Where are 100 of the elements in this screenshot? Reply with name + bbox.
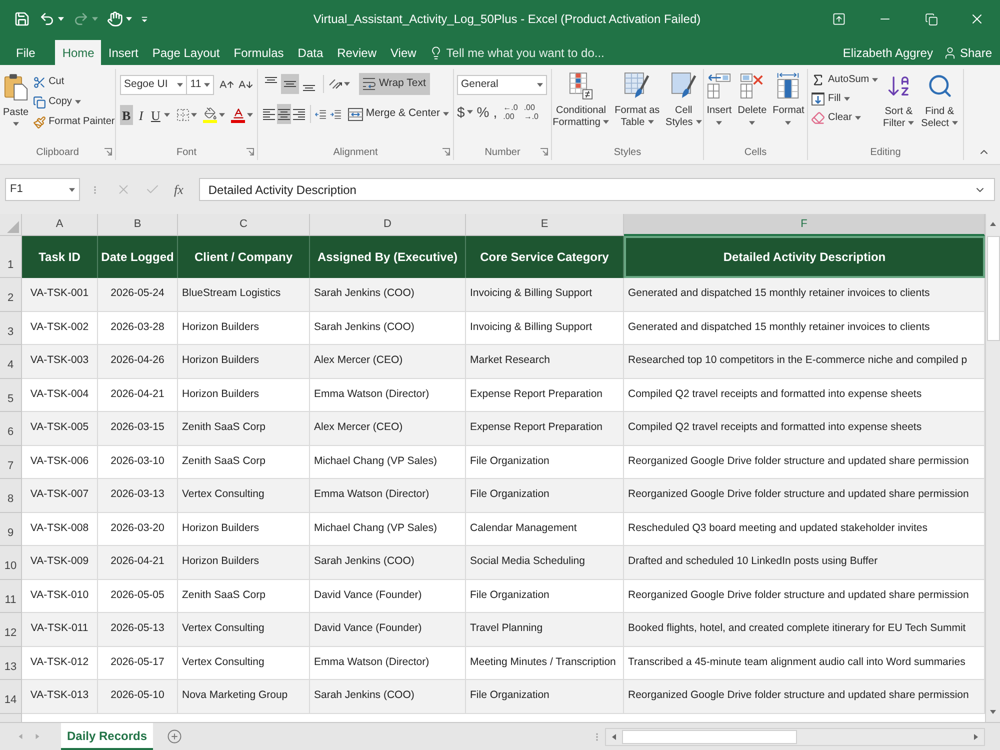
font-name-dropdown[interactable]: Segoe UI — [120, 75, 188, 95]
number-format-button[interactable]: $ — [457, 105, 473, 119]
row-header[interactable]: 5 — [0, 378, 22, 412]
undo-icon[interactable] — [39, 11, 55, 27]
copy-button[interactable]: Copy — [32, 95, 115, 109]
hand-icon[interactable] — [107, 11, 123, 27]
sort-filter-button[interactable]: Sort & Filter — [881, 73, 916, 130]
ribbon-tab[interactable]: Insert — [101, 40, 146, 65]
scrollbar-thumb[interactable] — [986, 236, 1000, 341]
increase-indent-icon[interactable] — [330, 108, 341, 120]
vertical-scrollbar[interactable] — [985, 214, 1000, 722]
borders-button[interactable] — [177, 109, 198, 121]
row-header[interactable]: 8 — [0, 479, 22, 512]
table-cell: 2026-03-28 — [98, 312, 178, 345]
sheet-tab[interactable]: Daily Records — [61, 723, 154, 750]
column-header[interactable]: C — [178, 214, 310, 236]
caret-icon — [648, 120, 654, 124]
number-format-button[interactable]: , — [493, 105, 498, 119]
table-cell: Reorganized Google Drive folder structure and updated share permission — [624, 580, 985, 613]
fill-button[interactable]: Fill — [811, 92, 878, 106]
row-header[interactable]: 3 — [0, 312, 22, 345]
header-cell: Core Service Category — [466, 236, 624, 278]
ribbon-tab[interactable]: Home — [55, 40, 102, 65]
row-header[interactable]: 1 — [0, 236, 22, 278]
row-header[interactable]: 7 — [0, 446, 22, 479]
save-icon[interactable] — [14, 11, 30, 27]
horizontal-align-button[interactable] — [277, 104, 292, 124]
text-style-button[interactable]: I — [134, 105, 148, 125]
dialog-launcher-icon[interactable] — [442, 148, 450, 156]
ribbon-tab[interactable]: View — [384, 40, 424, 65]
row-header[interactable]: 4 — [0, 345, 22, 378]
ribbon-tab[interactable]: Review — [330, 40, 384, 65]
increase-decimal-button[interactable]: ←.0 .00 — [503, 103, 518, 121]
ribbon-tab[interactable]: Page Layout — [145, 40, 227, 65]
dialog-launcher-icon[interactable] — [540, 148, 548, 156]
user-name[interactable]: Elizabeth Aggrey — [842, 40, 933, 65]
decrease-decimal-button[interactable]: .00 →.0 — [524, 103, 538, 121]
decrease-indent-icon[interactable] — [314, 108, 326, 120]
horizontal-scrollbar[interactable] — [605, 728, 985, 746]
number-format-dropdown[interactable]: General — [457, 75, 547, 95]
scroll-up-icon[interactable] — [989, 220, 997, 228]
cells-button[interactable]: Format — [772, 72, 806, 125]
row-header[interactable]: 9 — [0, 512, 22, 546]
column-header[interactable]: F — [624, 214, 985, 236]
ribbon-tab[interactable]: File — [8, 40, 44, 65]
row-header[interactable]: 14 — [0, 680, 22, 714]
find-select-button[interactable]: Find & Select — [919, 73, 960, 130]
restore-icon[interactable] — [924, 12, 938, 26]
scroll-right-icon[interactable] — [972, 732, 980, 740]
ribbon-tab[interactable]: Data — [290, 40, 330, 65]
tell-me-field[interactable]: Tell me what you want to do... — [429, 40, 604, 65]
vertical-align-button[interactable] — [281, 74, 299, 94]
row-header[interactable]: 11 — [0, 580, 22, 613]
formula-input[interactable]: Detailed Activity Description — [199, 178, 995, 201]
text-style-button[interactable]: U — [149, 105, 162, 125]
fill-color-button[interactable] — [203, 107, 226, 123]
row-header[interactable]: 10 — [0, 546, 22, 580]
scrollbar-thumb[interactable] — [622, 730, 797, 744]
dialog-launcher-icon[interactable] — [246, 148, 254, 156]
dialog-launcher-icon[interactable] — [104, 148, 112, 156]
cut-button[interactable]: Cut — [32, 75, 115, 89]
styles-button[interactable]: Format as Table — [612, 72, 662, 129]
customize-toolbar-icon[interactable] — [141, 16, 148, 22]
caret-icon — [344, 82, 350, 86]
column-header[interactable]: D — [310, 214, 466, 236]
number-format-button[interactable]: % — [476, 105, 490, 119]
name-box[interactable]: F1 — [5, 178, 80, 201]
row-header[interactable]: 6 — [0, 412, 22, 446]
caret-icon — [872, 78, 878, 82]
styles-button[interactable]: Cell Styles — [664, 72, 704, 129]
table-cell: VA-TSK-012 — [22, 646, 98, 680]
font-size-dropdown[interactable]: 11 — [187, 75, 214, 95]
share-button[interactable]: Share — [942, 40, 1000, 65]
cells-button[interactable]: Insert — [706, 72, 733, 125]
column-header[interactable]: E — [466, 214, 624, 236]
scroll-down-icon[interactable] — [989, 708, 997, 716]
merge-center-button[interactable]: Merge & Center — [348, 103, 449, 125]
font-color-button[interactable] — [231, 107, 254, 123]
text-style-button[interactable]: B — [120, 105, 133, 125]
column-header[interactable]: A — [22, 214, 98, 236]
ribbon-tab[interactable]: Formulas — [226, 40, 291, 65]
row-header[interactable]: 2 — [0, 278, 22, 312]
row-header[interactable]: 12 — [0, 613, 22, 646]
styles-button[interactable]: Conditional Formatting — [552, 72, 610, 129]
autosum-button[interactable]: AutoSum — [811, 73, 878, 87]
caret-icon — [537, 83, 543, 87]
table-cell: 2026-04-21 — [98, 378, 178, 412]
column-header[interactable]: B — [98, 214, 178, 236]
clear-button[interactable]: Clear — [811, 111, 878, 125]
row-header[interactable]: 13 — [0, 646, 22, 680]
wrap-text-button[interactable]: Wrap Text — [359, 73, 430, 95]
insert-function-button[interactable]: fx — [174, 180, 184, 200]
paste-button[interactable]: Paste — [3, 71, 29, 144]
new-sheet-icon[interactable] — [167, 729, 182, 744]
ribbon-display-options-icon[interactable] — [832, 12, 846, 26]
format-painter-button[interactable]: Format Painter — [32, 115, 115, 129]
caret-icon — [952, 121, 958, 126]
scroll-left-icon[interactable] — [610, 732, 618, 740]
cells-button[interactable]: Delete — [736, 72, 768, 125]
orientation-button[interactable] — [329, 79, 350, 89]
